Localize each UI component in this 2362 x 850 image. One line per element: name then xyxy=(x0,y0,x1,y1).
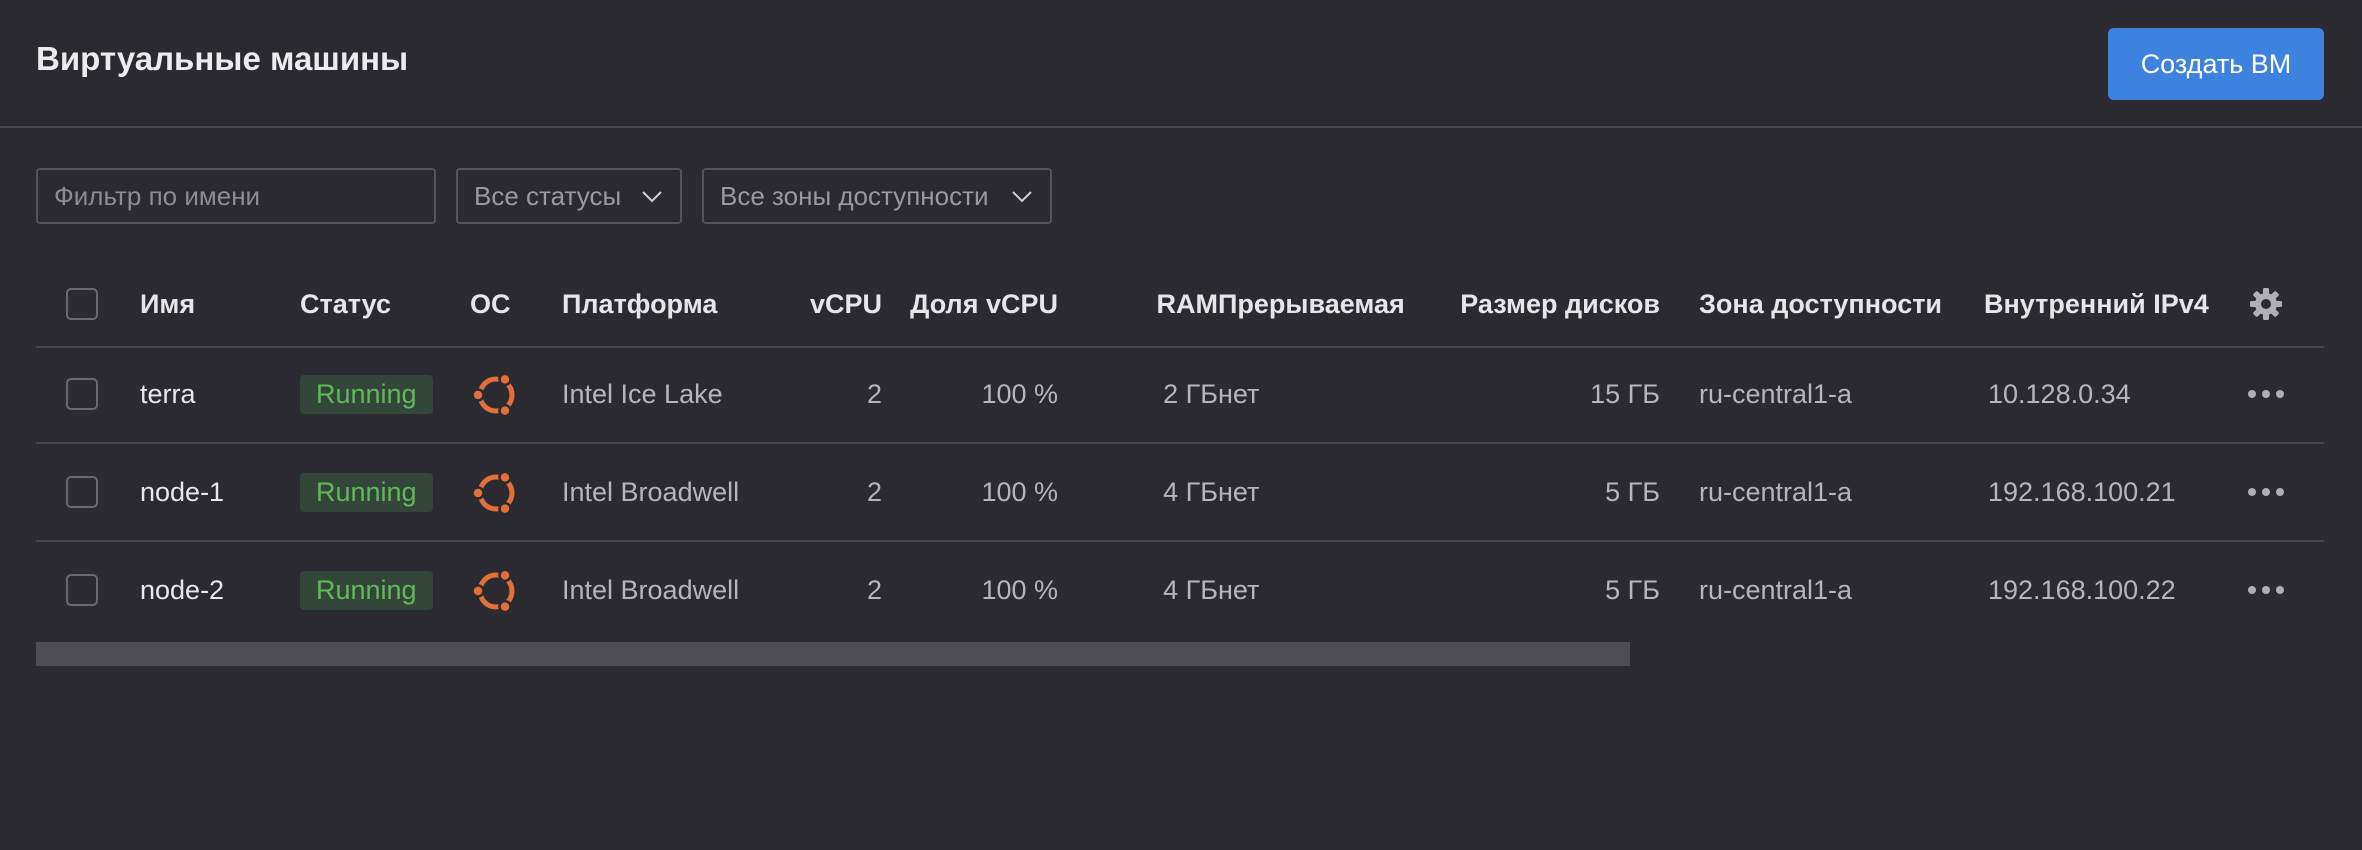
column-header-ipv4[interactable]: Внутренний IPv4 xyxy=(1984,262,2209,346)
row-checkbox[interactable] xyxy=(66,378,98,410)
ipv4-cell: 192.168.100.21 xyxy=(1988,476,2176,507)
preemptible-cell: нет xyxy=(1218,574,1260,605)
more-actions-icon[interactable] xyxy=(2247,542,2285,638)
ubuntu-icon xyxy=(470,444,520,540)
page-header: Виртуальные машины Создать ВМ xyxy=(0,0,2362,128)
platform-cell: Intel Broadwell xyxy=(562,476,740,507)
page-title: Виртуальные машины xyxy=(36,40,409,77)
vcpu-cell: 2 xyxy=(866,574,882,605)
ubuntu-icon xyxy=(470,346,520,442)
disk-size-cell: 5 ГБ xyxy=(1605,574,1660,605)
row-checkbox[interactable] xyxy=(66,574,98,606)
zone-cell: ru-central1-a xyxy=(1699,378,1853,409)
row-select-cell xyxy=(66,346,98,442)
ram-cell: 4 ГБ xyxy=(1163,574,1218,605)
column-header-zone[interactable]: Зона доступности xyxy=(1699,262,1942,346)
column-header-preemptible[interactable]: Прерываемая xyxy=(1218,262,1405,346)
column-header-platform[interactable]: Платформа xyxy=(562,262,717,346)
preemptible-cell: нет xyxy=(1218,476,1260,507)
table-row[interactable]: terra Running Intel Ice Lake 2 100 % 2 Г… xyxy=(36,346,2324,444)
status-badge: Running xyxy=(300,472,433,512)
disk-size-cell: 5 ГБ xyxy=(1605,476,1660,507)
column-header-vcpu-share[interactable]: Доля vCPU xyxy=(896,262,1058,346)
status-badge: Running xyxy=(300,570,433,610)
select-all-cell xyxy=(66,262,98,346)
column-header-ram[interactable]: RAM xyxy=(1076,262,1219,346)
table-row[interactable]: node-2 Running Intel Broadwell 2 100 % 4… xyxy=(36,542,2324,638)
gear-icon[interactable] xyxy=(2248,262,2284,346)
vcpu-share-cell: 100 % xyxy=(981,378,1058,409)
horizontal-scrollbar[interactable] xyxy=(36,642,1630,666)
table-header: Имя Статус ОС Платформа vCPU Доля vCPU R… xyxy=(36,262,2324,348)
column-header-name[interactable]: Имя xyxy=(140,262,195,346)
name-filter-input[interactable] xyxy=(36,168,436,224)
vm-name[interactable]: node-1 xyxy=(140,444,224,540)
zone-select[interactable]: Все зоны доступности xyxy=(702,168,1052,224)
platform-cell: Intel Ice Lake xyxy=(562,378,723,409)
column-header-os[interactable]: ОС xyxy=(470,262,511,346)
status-badge: Running xyxy=(300,374,433,414)
column-header-vcpu[interactable]: vCPU xyxy=(756,262,882,346)
vm-name[interactable]: terra xyxy=(140,346,196,442)
ram-cell: 4 ГБ xyxy=(1163,476,1218,507)
status-select-label: Все статусы xyxy=(474,180,622,211)
column-header-status[interactable]: Статус xyxy=(300,262,391,346)
more-actions-icon[interactable] xyxy=(2247,444,2285,540)
column-header-disk-size[interactable]: Размер дисков xyxy=(1436,262,1660,346)
chevron-down-icon xyxy=(1012,191,1032,203)
ipv4-cell: 192.168.100.22 xyxy=(1988,574,2176,605)
row-select-cell xyxy=(66,444,98,540)
create-vm-button[interactable]: Создать ВМ xyxy=(2108,28,2324,100)
disk-size-cell: 15 ГБ xyxy=(1590,378,1660,409)
ipv4-cell: 10.128.0.34 xyxy=(1988,378,2131,409)
zone-select-label: Все зоны доступности xyxy=(720,180,989,211)
chevron-down-icon xyxy=(642,191,662,203)
status-select[interactable]: Все статусы xyxy=(456,168,682,224)
row-select-cell xyxy=(66,542,98,638)
vcpu-share-cell: 100 % xyxy=(981,476,1058,507)
platform-cell: Intel Broadwell xyxy=(562,574,740,605)
vcpu-cell: 2 xyxy=(866,378,882,409)
vm-name[interactable]: node-2 xyxy=(140,542,224,638)
vcpu-share-cell: 100 % xyxy=(981,574,1058,605)
ubuntu-icon xyxy=(470,542,520,638)
more-actions-icon[interactable] xyxy=(2247,346,2285,442)
vcpu-cell: 2 xyxy=(866,476,882,507)
ram-cell: 2 ГБ xyxy=(1163,378,1218,409)
preemptible-cell: нет xyxy=(1218,378,1260,409)
zone-cell: ru-central1-a xyxy=(1699,476,1853,507)
select-all-checkbox[interactable] xyxy=(66,288,98,320)
row-checkbox[interactable] xyxy=(66,476,98,508)
table-row[interactable]: node-1 Running Intel Broadwell 2 100 % 4… xyxy=(36,444,2324,542)
zone-cell: ru-central1-a xyxy=(1699,574,1853,605)
